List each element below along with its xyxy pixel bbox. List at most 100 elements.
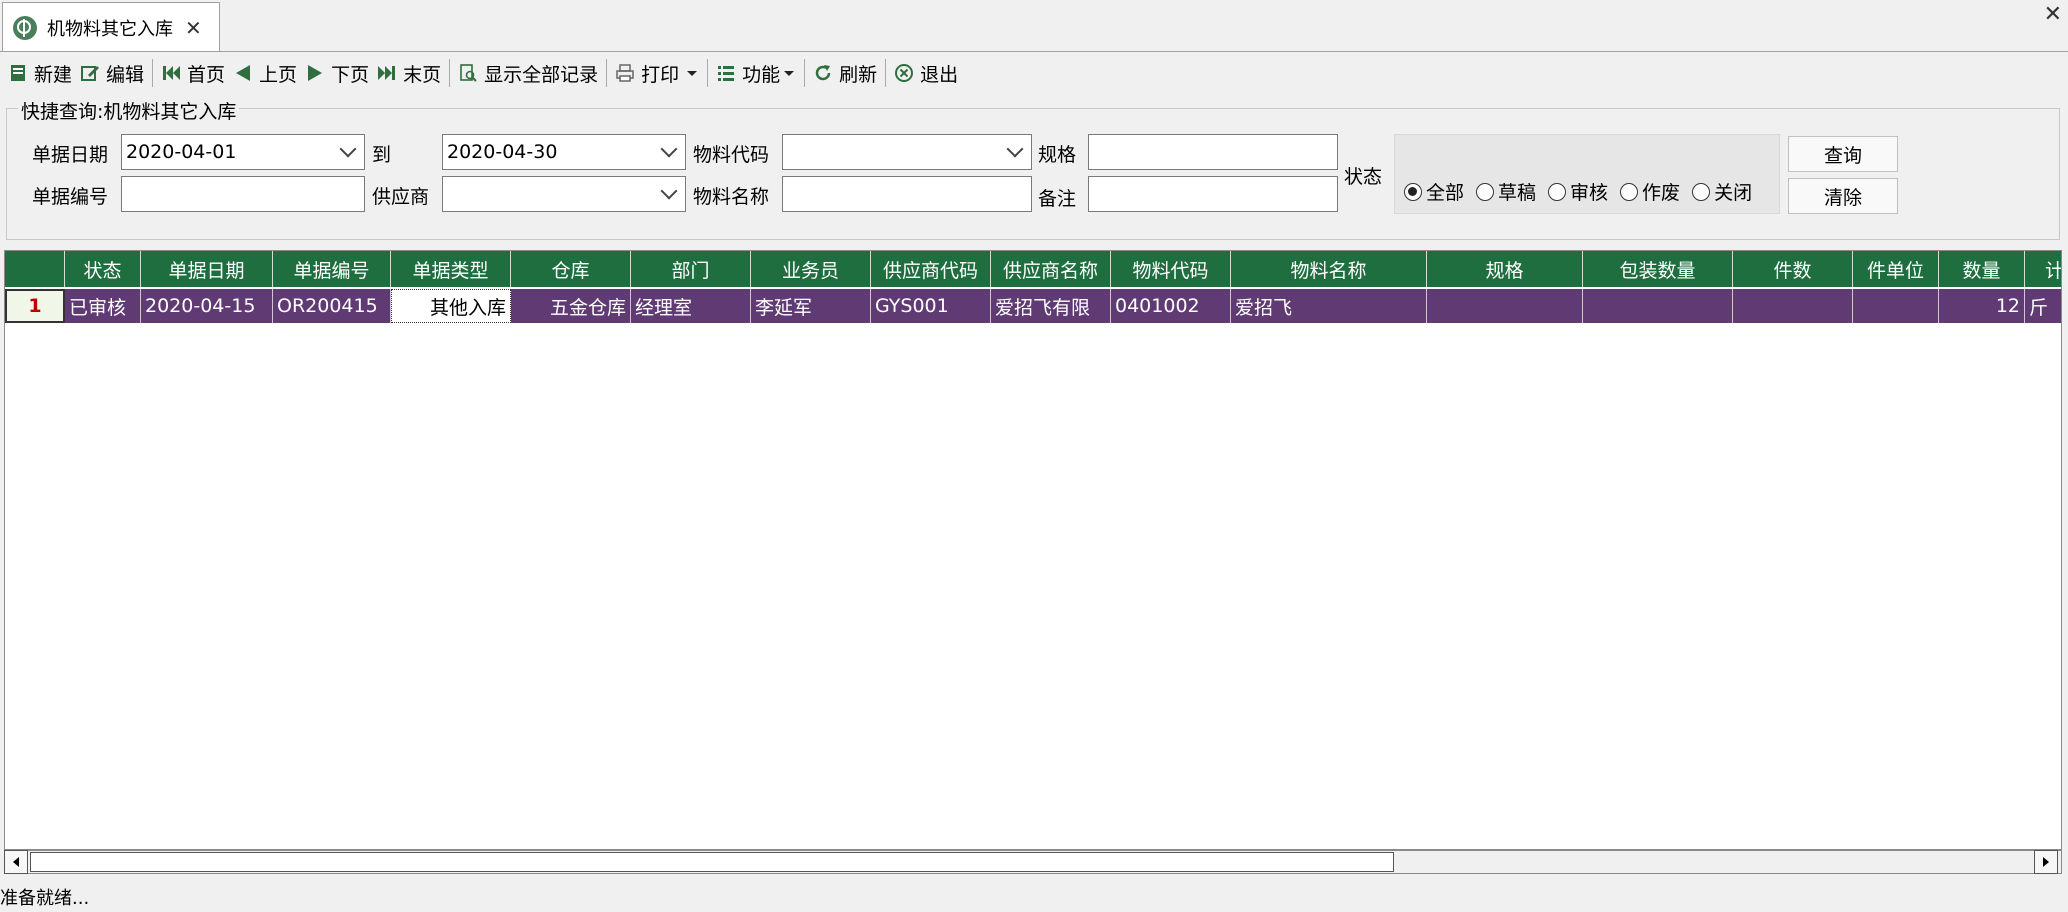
remark-input[interactable] <box>1088 176 1338 212</box>
grid-header-cell <box>5 251 65 287</box>
table-cell[interactable] <box>1853 289 1939 323</box>
grid-header-cell[interactable]: 包装数量 <box>1583 251 1733 287</box>
data-grid: 状态 单据日期 单据编号 单据类型 仓库 部门 业务员 供应商代码 供应商名称 … <box>4 250 2062 850</box>
toolbar: 新建 编辑 首页 上页 下页 末页 显示全部记录 打印 功能 刷新 退出 <box>0 54 2068 92</box>
function-button[interactable]: 功能 <box>712 56 800 90</box>
grid-header-cell[interactable]: 规格 <box>1427 251 1583 287</box>
radio-icon[interactable] <box>1476 182 1495 201</box>
grid-header-cell[interactable]: 供应商代码 <box>871 251 991 287</box>
refresh-button[interactable]: 刷新 <box>809 56 881 90</box>
table-cell[interactable] <box>1733 289 1853 323</box>
chevron-down-icon[interactable] <box>660 182 678 200</box>
table-cell[interactable]: 0401002 <box>1111 289 1231 323</box>
spec-label: 规格 <box>1038 144 1077 166</box>
material-code-select[interactable] <box>782 134 1032 170</box>
status-radio-void[interactable]: 作废 <box>1620 178 1680 205</box>
radio-icon[interactable] <box>1620 182 1639 201</box>
grid-header-cell[interactable]: 数量 <box>1939 251 2025 287</box>
table-cell[interactable]: 爱招飞 <box>1231 289 1427 323</box>
new-label: 新建 <box>34 63 73 86</box>
search-button[interactable]: 查询 <box>1788 136 1898 172</box>
date-from-picker[interactable]: 2020-04-01 <box>121 134 365 170</box>
grid-header-cell[interactable]: 状态 <box>65 251 141 287</box>
last-page-button[interactable]: 末页 <box>373 56 445 90</box>
last-page-icon <box>378 66 396 80</box>
status-radio-closed[interactable]: 关闭 <box>1692 178 1752 205</box>
table-cell[interactable]: 2020-04-15 <box>141 289 273 323</box>
grid-header-cell[interactable]: 业务员 <box>751 251 871 287</box>
grid-header-cell[interactable]: 物料名称 <box>1231 251 1427 287</box>
radio-selected-icon[interactable] <box>1404 182 1422 201</box>
dropdown-arrow-icon <box>784 71 795 76</box>
table-cell[interactable]: 已审核 <box>65 289 141 323</box>
radio-icon[interactable] <box>1692 182 1711 201</box>
chevron-down-icon[interactable] <box>1006 140 1024 158</box>
table-cell[interactable]: 经理室 <box>631 289 751 323</box>
table-row[interactable]: 1 已审核 2020-04-15 OR200415 其他入库 五金仓库 经理室 … <box>5 289 2061 323</box>
doc-no-input[interactable] <box>121 176 365 212</box>
grid-header-cell[interactable]: 部门 <box>631 251 751 287</box>
toolbar-separator <box>885 59 887 87</box>
grid-header-cell[interactable]: 件数 <box>1733 251 1853 287</box>
window-close-icon[interactable]: ✕ <box>2044 2 2062 27</box>
triangle-right-icon <box>2043 857 2049 867</box>
next-page-button[interactable]: 下页 <box>301 56 373 90</box>
table-cell[interactable]: 12 <box>1939 289 2025 323</box>
first-page-label: 首页 <box>187 63 226 86</box>
grid-header-cell[interactable]: 仓库 <box>511 251 631 287</box>
toolbar-separator <box>707 59 709 87</box>
grid-header-cell[interactable]: 物料代码 <box>1111 251 1231 287</box>
table-cell[interactable]: 爱招飞有限 <box>991 289 1111 323</box>
date-to-picker[interactable]: 2020-04-30 <box>442 134 686 170</box>
refresh-label: 刷新 <box>839 63 878 86</box>
chevron-down-icon[interactable] <box>660 140 678 158</box>
prev-page-button[interactable]: 上页 <box>229 56 301 90</box>
tab-main[interactable]: 机物料其它入库 ✕ <box>2 2 220 52</box>
clear-button[interactable]: 清除 <box>1788 178 1898 214</box>
material-name-input[interactable] <box>782 176 1032 212</box>
scroll-left-icon[interactable] <box>4 850 28 874</box>
new-doc-icon <box>11 65 25 81</box>
date-to-value: 2020-04-30 <box>447 141 558 163</box>
table-cell[interactable]: 李延军 <box>751 289 871 323</box>
table-cell[interactable]: 五金仓库 <box>511 289 631 323</box>
status-radio-draft[interactable]: 草稿 <box>1476 178 1536 205</box>
tab-close-icon[interactable]: ✕ <box>185 16 202 40</box>
print-button[interactable]: 打印 <box>611 56 703 90</box>
toolbar-separator <box>152 59 154 87</box>
table-cell[interactable] <box>1583 289 1733 323</box>
status-radio-audited[interactable]: 审核 <box>1548 178 1608 205</box>
grid-header-cell[interactable]: 计 <box>2025 251 2061 287</box>
quick-query-title: 快捷查询:机物料其它入库 <box>18 97 240 124</box>
chevron-down-icon[interactable] <box>339 140 357 158</box>
row-number[interactable]: 1 <box>5 289 65 323</box>
edit-button[interactable]: 编辑 <box>76 56 148 90</box>
grid-header-cell[interactable]: 单据日期 <box>141 251 273 287</box>
scroll-right-icon[interactable] <box>2034 850 2058 874</box>
scrollbar-thumb[interactable] <box>30 852 1394 872</box>
grid-header-cell[interactable]: 供应商名称 <box>991 251 1111 287</box>
edit-label: 编辑 <box>106 63 145 86</box>
status-option-label: 审核 <box>1570 182 1609 204</box>
spec-input[interactable] <box>1088 134 1338 170</box>
grid-header-cell[interactable]: 单据类型 <box>391 251 511 287</box>
table-cell[interactable]: OR200415 <box>273 289 391 323</box>
table-cell-focused[interactable]: 其他入库 <box>391 289 511 323</box>
grid-header-cell[interactable]: 件单位 <box>1853 251 1939 287</box>
last-page-label: 末页 <box>403 63 442 86</box>
edit-icon <box>81 66 100 81</box>
table-cell[interactable]: GYS001 <box>871 289 991 323</box>
status-radio-all[interactable]: 全部 <box>1404 178 1464 205</box>
material-code-label: 物料代码 <box>693 144 770 166</box>
doc-no-label: 单据编号 <box>32 186 109 208</box>
first-page-button[interactable]: 首页 <box>157 56 229 90</box>
table-cell[interactable] <box>1427 289 1583 323</box>
show-all-button[interactable]: 显示全部记录 <box>454 56 602 90</box>
exit-button[interactable]: 退出 <box>890 56 962 90</box>
radio-icon[interactable] <box>1548 182 1567 201</box>
prev-page-label: 上页 <box>259 63 298 86</box>
table-cell[interactable]: 斤 <box>2025 289 2061 323</box>
grid-header-cell[interactable]: 单据编号 <box>273 251 391 287</box>
new-button[interactable]: 新建 <box>4 56 76 90</box>
supplier-select[interactable] <box>442 176 686 212</box>
